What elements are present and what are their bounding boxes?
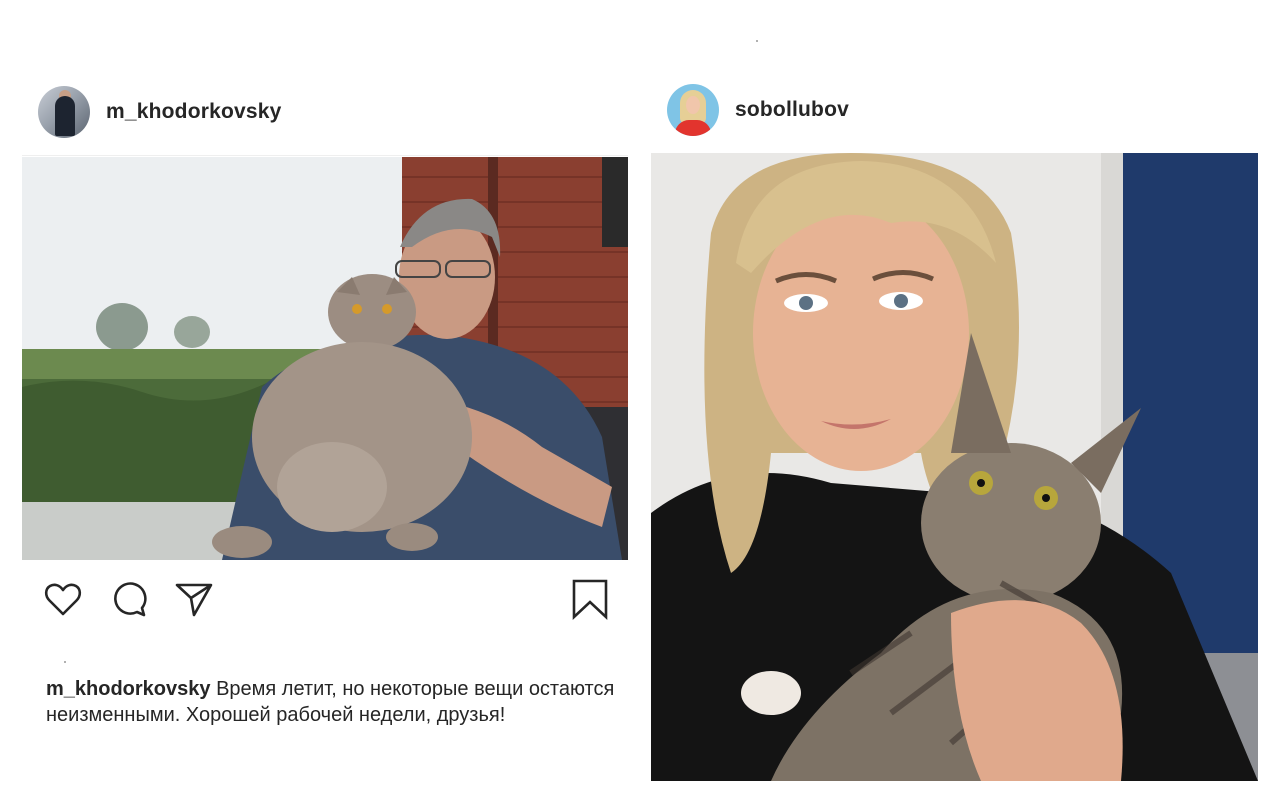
artifact-dot — [64, 661, 66, 663]
instagram-post-sobol: sobollubov — [640, 0, 1280, 803]
artifact-dot — [756, 40, 758, 42]
bookmark-icon[interactable] — [569, 578, 611, 620]
paper-plane-icon[interactable] — [173, 578, 215, 620]
post-username[interactable]: sobollubov — [735, 98, 849, 122]
post-caption: m_khodorkovsky Время летит, но некоторые… — [46, 676, 616, 728]
avatar[interactable] — [38, 86, 90, 138]
avatar[interactable] — [667, 84, 719, 136]
post-photo[interactable] — [22, 157, 628, 560]
post-photo[interactable] — [651, 153, 1258, 781]
post-username[interactable]: m_khodorkovsky — [106, 100, 282, 124]
post-header: sobollubov — [667, 84, 849, 136]
instagram-post-khodorkovsky: m_khodorkovsky m_khodorkovsky Время лети… — [0, 0, 640, 803]
caption-username[interactable]: m_khodorkovsky — [46, 678, 211, 700]
header-divider — [22, 155, 628, 156]
post-header: m_khodorkovsky — [38, 86, 282, 138]
comment-icon[interactable] — [108, 578, 150, 620]
heart-icon[interactable] — [42, 578, 84, 620]
post-actions — [42, 578, 612, 622]
